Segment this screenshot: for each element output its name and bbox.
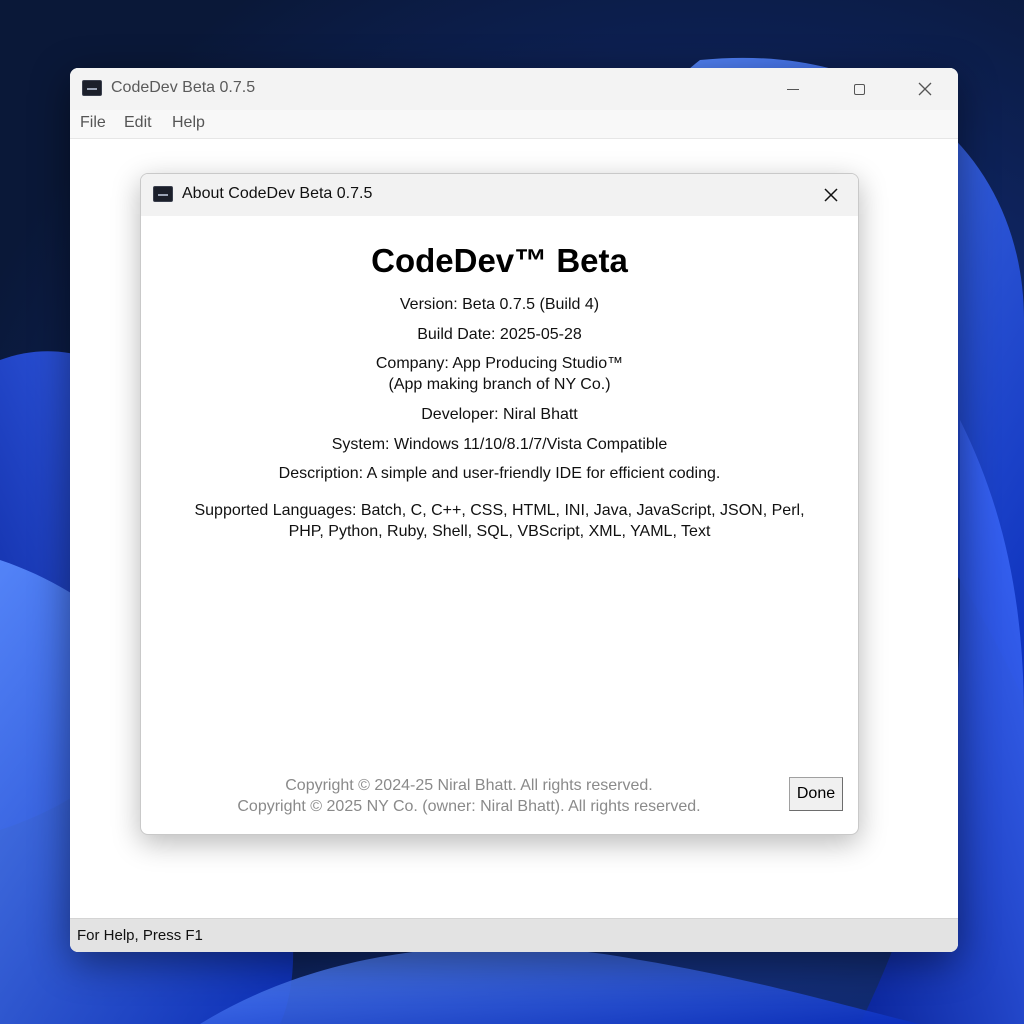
main-titlebar[interactable]: CodeDev Beta 0.7.5 — [70, 68, 958, 110]
close-button[interactable] — [892, 68, 958, 110]
minimize-button[interactable] — [760, 68, 826, 110]
window-title: CodeDev Beta 0.7.5 — [111, 79, 256, 96]
company-branch-text: (App making branch of NY Co.) — [388, 376, 611, 393]
dialog-body: CodeDev™ Beta Version: Beta 0.7.5 (Build… — [141, 216, 858, 834]
copyright-line2: Copyright © 2025 NY Co. (owner: Niral Bh… — [237, 798, 701, 815]
dialog-titlebar[interactable]: About CodeDev Beta 0.7.5 — [141, 174, 858, 216]
app-icon — [82, 80, 102, 96]
close-icon — [824, 188, 838, 202]
developer-text: Developer: Niral Bhatt — [421, 406, 578, 423]
system-text: System: Windows 11/10/8.1/7/Vista Compat… — [331, 436, 668, 453]
build-date-text: Build Date: 2025-05-28 — [417, 326, 582, 343]
menu-bar: File Edit Help — [70, 110, 958, 139]
version-text: Version: Beta 0.7.5 (Build 4) — [399, 296, 600, 313]
languages-text-line1: Supported Languages: Batch, C, C++, CSS,… — [194, 502, 805, 519]
menu-file[interactable]: File — [80, 114, 106, 132]
dialog-title: About CodeDev Beta 0.7.5 — [182, 185, 373, 202]
dialog-close-button[interactable] — [814, 180, 848, 210]
close-icon — [918, 82, 932, 96]
description-text: Description: A simple and user-friendly … — [278, 465, 721, 482]
maximize-icon — [853, 83, 865, 95]
maximize-button[interactable] — [826, 68, 892, 110]
languages-text-line2: PHP, Python, Ruby, Shell, SQL, VBScript,… — [288, 523, 711, 540]
about-dialog: About CodeDev Beta 0.7.5 CodeDev™ Beta V… — [140, 173, 859, 835]
menu-edit[interactable]: Edit — [124, 114, 152, 132]
minimize-icon — [787, 88, 799, 90]
app-icon — [153, 186, 173, 202]
done-button[interactable]: Done — [789, 777, 843, 811]
menu-help[interactable]: Help — [172, 114, 205, 132]
status-text: For Help, Press F1 — [77, 927, 203, 944]
status-bar: For Help, Press F1 — [70, 918, 958, 952]
app-name-heading: CodeDev™ Beta — [371, 242, 628, 279]
copyright-line1: Copyright © 2024-25 Niral Bhatt. All rig… — [285, 777, 653, 794]
company-text: Company: App Producing Studio™ — [375, 355, 624, 372]
